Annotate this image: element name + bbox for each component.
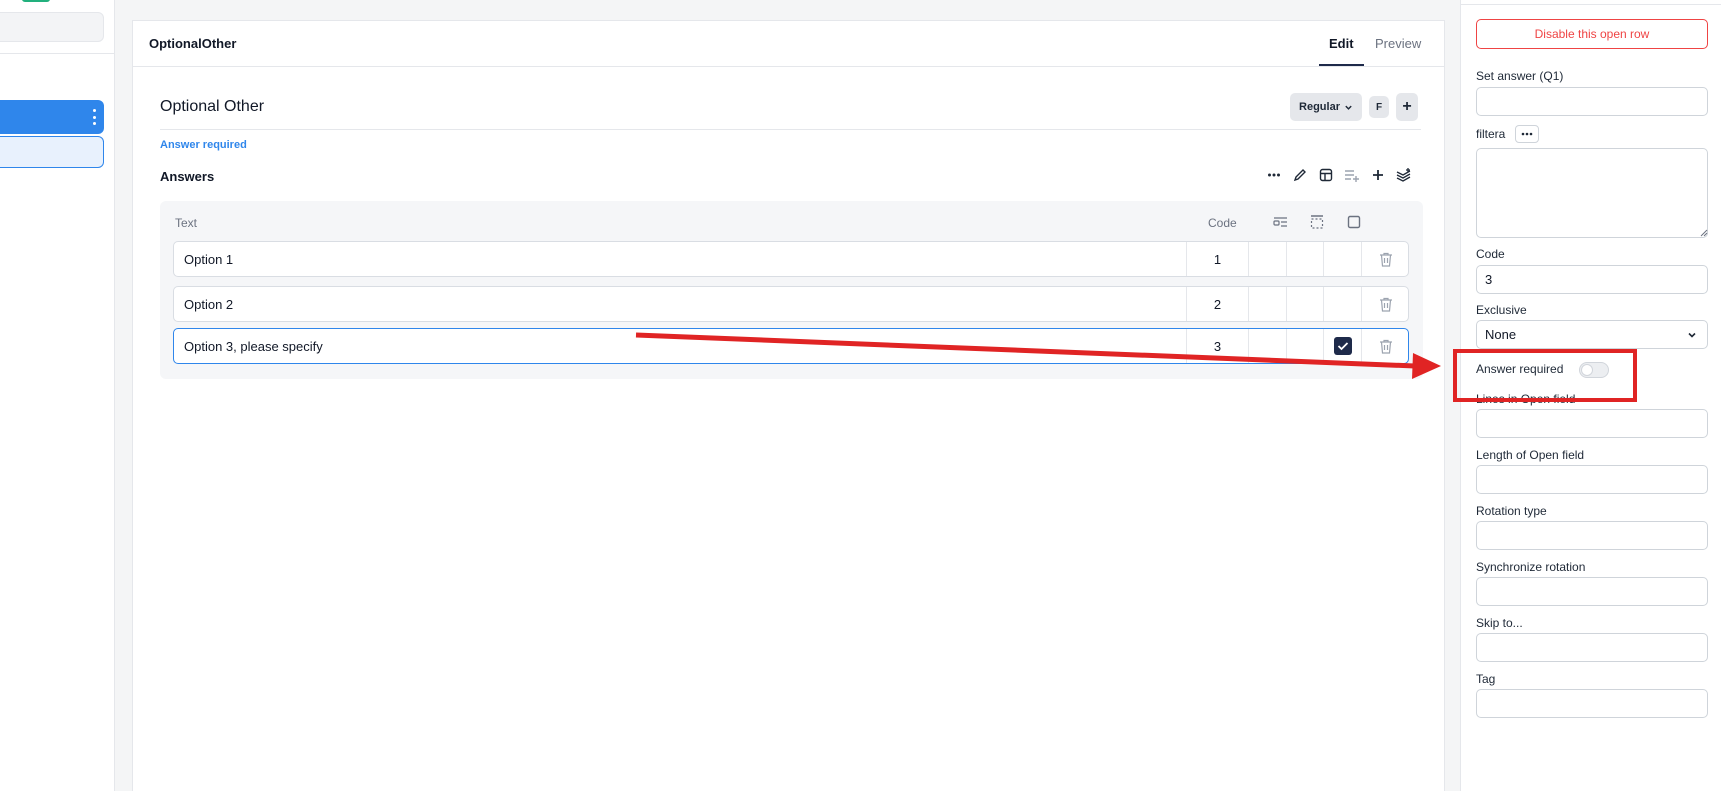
lines-open-field-input[interactable]	[1476, 409, 1708, 438]
checkmark-icon	[1337, 342, 1348, 351]
question-type-value: Regular	[1299, 101, 1340, 113]
card-header: OptionalOther Edit Preview	[133, 21, 1444, 67]
table-layout-icon[interactable]	[1318, 167, 1334, 183]
answer-checkbox-cell[interactable]	[1323, 287, 1361, 321]
filter-more-icon[interactable]	[1515, 125, 1539, 143]
set-answer-label: Set answer (Q1)	[1476, 69, 1564, 83]
f-badge-button[interactable]: F	[1369, 96, 1389, 118]
answer-required-link[interactable]: Answer required	[160, 139, 247, 151]
sidebar-item-selected-answer[interactable]	[0, 136, 104, 168]
length-open-field-label: Length of Open field	[1476, 448, 1585, 462]
sidebar-search-input[interactable]	[0, 12, 104, 42]
app-logo	[22, 0, 50, 2]
exclusive-select[interactable]: None	[1476, 320, 1708, 349]
add-button[interactable]: +	[1396, 93, 1418, 121]
filter-textarea[interactable]	[1476, 148, 1708, 238]
plus-icon[interactable]	[1370, 167, 1386, 183]
kebab-menu-icon[interactable]	[92, 109, 96, 125]
filter-column-icon	[1272, 214, 1288, 230]
tab-preview[interactable]: Preview	[1375, 36, 1421, 64]
question-controls: Regular F +	[1290, 93, 1418, 121]
annotation-highlight-box	[1453, 349, 1637, 402]
answer-open-cell[interactable]	[1286, 287, 1323, 321]
answer-text[interactable]: Option 1	[184, 252, 233, 267]
answer-filter-cell[interactable]	[1248, 329, 1286, 363]
trash-icon[interactable]	[1361, 329, 1409, 363]
answer-row-selected[interactable]: Option 3, please specify 3	[173, 328, 1409, 364]
trash-icon[interactable]	[1361, 287, 1409, 321]
answers-table: Text Code Option 1 1 Option 2 2 Option 3…	[160, 201, 1423, 379]
checkbox-column-icon	[1346, 214, 1362, 230]
disable-open-row-button[interactable]: Disable this open row	[1476, 19, 1708, 49]
answer-code[interactable]: 1	[1186, 242, 1248, 276]
answer-open-cell[interactable]	[1286, 242, 1323, 276]
set-answer-input[interactable]	[1476, 87, 1708, 116]
open-field-column-icon	[1309, 214, 1325, 230]
add-list-item-icon[interactable]	[1344, 167, 1360, 183]
more-options-icon[interactable]	[1266, 167, 1282, 183]
skip-to-label: Skip to...	[1476, 616, 1523, 630]
rotation-type-label: Rotation type	[1476, 504, 1547, 518]
answer-text[interactable]: Option 2	[184, 297, 233, 312]
resize-grip-icon[interactable]	[1700, 229, 1708, 237]
chevron-down-icon	[1345, 105, 1352, 110]
answers-toolbar	[1266, 167, 1412, 183]
code-label: Code	[1476, 247, 1505, 261]
answers-heading: Answers	[160, 169, 215, 184]
answer-code[interactable]: 2	[1186, 287, 1248, 321]
column-header-text: Text	[175, 216, 198, 230]
card-title: OptionalOther	[149, 36, 237, 51]
answer-code[interactable]: 3	[1186, 329, 1248, 363]
title-divider	[160, 129, 1421, 130]
sidebar-item-active-question[interactable]	[0, 100, 104, 134]
exclusive-select-value: None	[1485, 327, 1517, 342]
tag-label: Tag	[1476, 672, 1496, 686]
tab-edit[interactable]: Edit	[1319, 36, 1364, 66]
rotation-type-input[interactable]	[1476, 521, 1708, 550]
answer-filter-cell[interactable]	[1248, 242, 1286, 276]
answer-open-cell[interactable]	[1286, 329, 1323, 363]
chevron-down-icon	[1688, 332, 1696, 338]
code-input[interactable]: 3	[1476, 265, 1708, 294]
answer-row[interactable]: Option 1 1	[173, 241, 1409, 277]
question-editor-card: OptionalOther Edit Preview Optional Othe…	[132, 20, 1445, 791]
answer-row[interactable]: Option 2 2	[173, 286, 1409, 322]
filter-label: filtera	[1476, 127, 1506, 141]
question-type-select[interactable]: Regular	[1290, 93, 1362, 121]
length-open-field-input[interactable]	[1476, 465, 1708, 494]
panel-top-divider	[1461, 4, 1721, 5]
exclusive-label: Exclusive	[1476, 303, 1527, 317]
open-row-checkbox-checked[interactable]	[1333, 337, 1352, 355]
synchronize-rotation-label: Synchronize rotation	[1476, 560, 1586, 574]
pencil-icon[interactable]	[1292, 167, 1308, 183]
trash-icon[interactable]	[1361, 242, 1409, 276]
sidebar-divider	[0, 53, 115, 54]
answer-filter-cell[interactable]	[1248, 287, 1286, 321]
answer-checkbox-cell[interactable]	[1323, 242, 1361, 276]
layers-add-icon[interactable]	[1396, 167, 1412, 183]
skip-to-input[interactable]	[1476, 633, 1708, 662]
answer-checkbox-cell[interactable]	[1323, 329, 1361, 363]
answer-text[interactable]: Option 3, please specify	[184, 339, 323, 354]
left-sidebar	[0, 0, 115, 791]
synchronize-rotation-input[interactable]	[1476, 577, 1708, 606]
tag-input[interactable]	[1476, 689, 1708, 718]
question-title[interactable]: Optional Other	[160, 98, 264, 116]
column-header-code: Code	[1208, 216, 1237, 230]
